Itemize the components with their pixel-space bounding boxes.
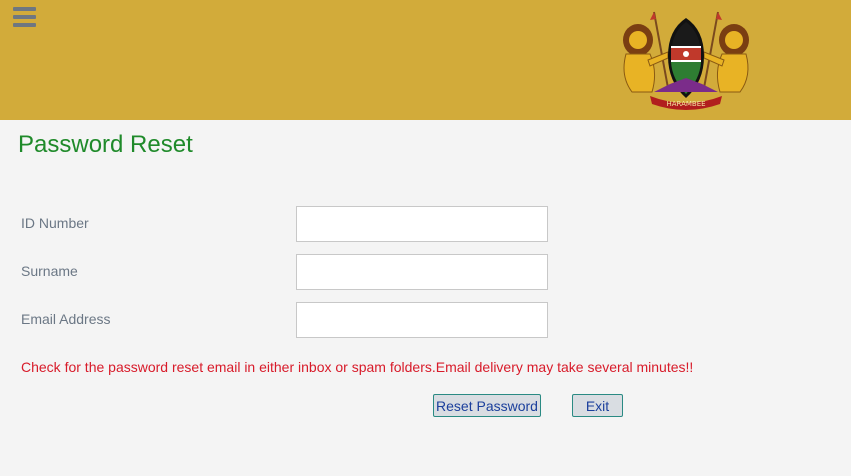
exit-button[interactable]: Exit [572,394,623,417]
email-delivery-notice: Check for the password reset email in ei… [21,359,694,375]
id-number-label: ID Number [21,215,89,231]
surname-field[interactable] [296,254,548,290]
hamburger-menu-icon[interactable] [13,7,36,28]
reset-password-button[interactable]: Reset Password [433,394,541,417]
email-address-field[interactable] [296,302,548,338]
page-title: Password Reset [18,131,193,158]
email-address-label: Email Address [21,311,111,327]
id-number-field[interactable] [296,206,548,242]
coat-of-arms-logo: HARAMBEE [623,11,749,110]
surname-label: Surname [21,263,78,279]
page-header: HARAMBEE [0,0,851,120]
svg-text:HARAMBEE: HARAMBEE [666,100,705,108]
